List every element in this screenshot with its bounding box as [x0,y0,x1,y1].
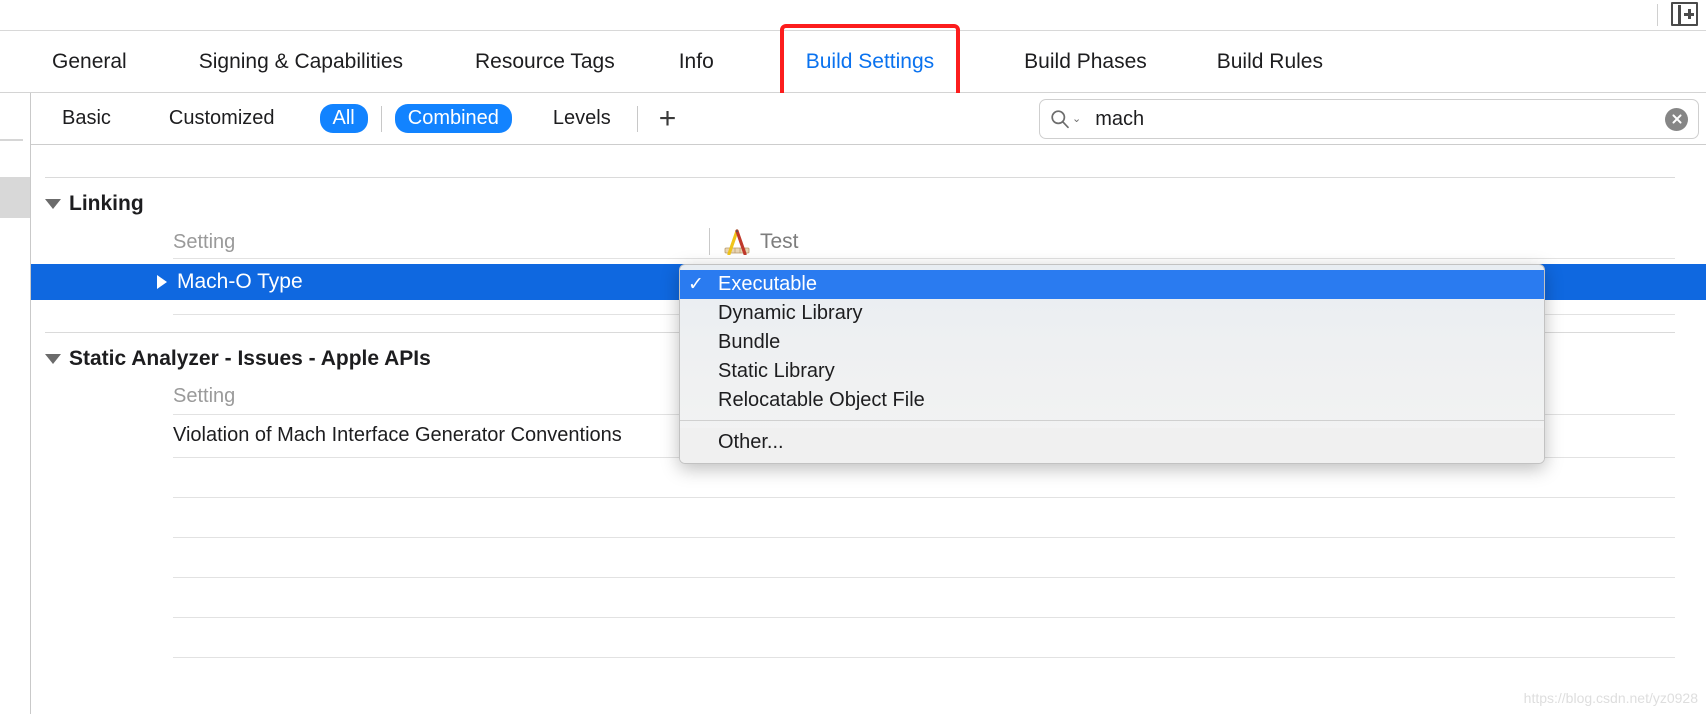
chevron-down-icon[interactable]: ⌄ [1072,113,1081,125]
setting-name: Mach-O Type [177,270,303,293]
group-title: Linking [69,192,144,215]
tab-signing-capabilities[interactable]: Signing & Capabilities [199,50,403,74]
menu-item-label: Static Library [718,360,835,382]
tab-info[interactable]: Info [679,50,714,74]
target-name: Test [760,229,799,253]
clear-search-icon[interactable] [1665,107,1688,131]
watermark-text: https://blog.csdn.net/yz0928 [1523,690,1698,706]
editor-top-strip [0,0,1706,31]
filter-levels[interactable]: Levels [540,104,624,133]
group-title: Static Analyzer - Issues - Apple APIs [69,347,431,370]
table-row-violation-mach-interface[interactable]: Violation of Mach Interface Generator Co… [173,424,622,447]
group-header-static-analyzer[interactable]: Static Analyzer - Issues - Apple APIs [45,347,431,371]
checkmark-icon: ✓ [688,274,704,295]
menu-item-static-library[interactable]: Static Library [680,357,1544,386]
toolbar-divider [1657,4,1658,26]
menu-item-label: Dynamic Library [718,302,863,324]
menu-item-bundle[interactable]: Bundle [680,328,1544,357]
add-build-setting-button[interactable]: + [651,103,685,134]
filter-separator-2 [636,105,638,132]
disclosure-triangle-down-icon[interactable] [45,199,61,209]
tab-general[interactable]: General [52,50,127,74]
menu-item-dynamic-library[interactable]: Dynamic Library [680,299,1544,328]
search-field[interactable]: ⌄ [1039,99,1699,139]
filter-all[interactable]: All [319,104,368,133]
gutter-divider [0,139,23,141]
filter-basic[interactable]: Basic [49,104,124,133]
menu-separator [680,420,1544,421]
table-top-rule [45,177,1675,178]
tab-build-phases[interactable]: Build Phases [1024,50,1147,74]
xcode-build-settings-window: General Signing & Capabilities Resource … [0,0,1706,714]
column-header-setting-linking: Setting [173,231,236,253]
xcode-project-icon [723,228,751,255]
row-divider [173,617,1675,618]
gutter-selection-block [0,177,30,218]
project-editor-tabbar: General Signing & Capabilities Resource … [0,23,1706,99]
disclosure-triangle-right-icon[interactable] [157,275,167,289]
menu-item-label: Relocatable Object File [718,389,925,411]
search-icon [1050,109,1070,129]
menu-item-relocatable-object-file[interactable]: Relocatable Object File [680,386,1544,415]
row-divider [173,497,1675,498]
column-header-target: Test [709,228,799,255]
filter-customized[interactable]: Customized [156,104,288,133]
split-editor-icon[interactable] [1671,2,1698,26]
mach-o-type-dropdown-menu: ✓ Executable Dynamic Library Bundle Stat… [679,264,1545,464]
group-header-linking[interactable]: Linking [45,192,144,216]
tab-build-rules[interactable]: Build Rules [1217,50,1323,74]
menu-item-label: Executable [718,273,817,295]
column-header-setting-analyzer: Setting [173,385,236,407]
row-divider [173,258,1675,259]
navigator-gutter [0,93,31,714]
tab-resource-tags[interactable]: Resource Tags [475,50,615,74]
menu-item-label: Other... [718,431,784,453]
menu-item-label: Bundle [718,331,781,353]
filter-separator [380,105,382,132]
row-divider [173,577,1675,578]
disclosure-triangle-down-icon[interactable] [45,354,61,364]
row-divider [173,537,1675,538]
menu-footer: Other... [680,428,1544,463]
search-input[interactable] [1095,107,1665,131]
menu-item-executable[interactable]: ✓ Executable [680,270,1544,299]
filter-combined[interactable]: Combined [394,104,512,133]
tab-build-settings[interactable]: Build Settings [779,23,961,99]
row-divider [173,657,1675,658]
menu-item-other[interactable]: Other... [680,428,1544,457]
